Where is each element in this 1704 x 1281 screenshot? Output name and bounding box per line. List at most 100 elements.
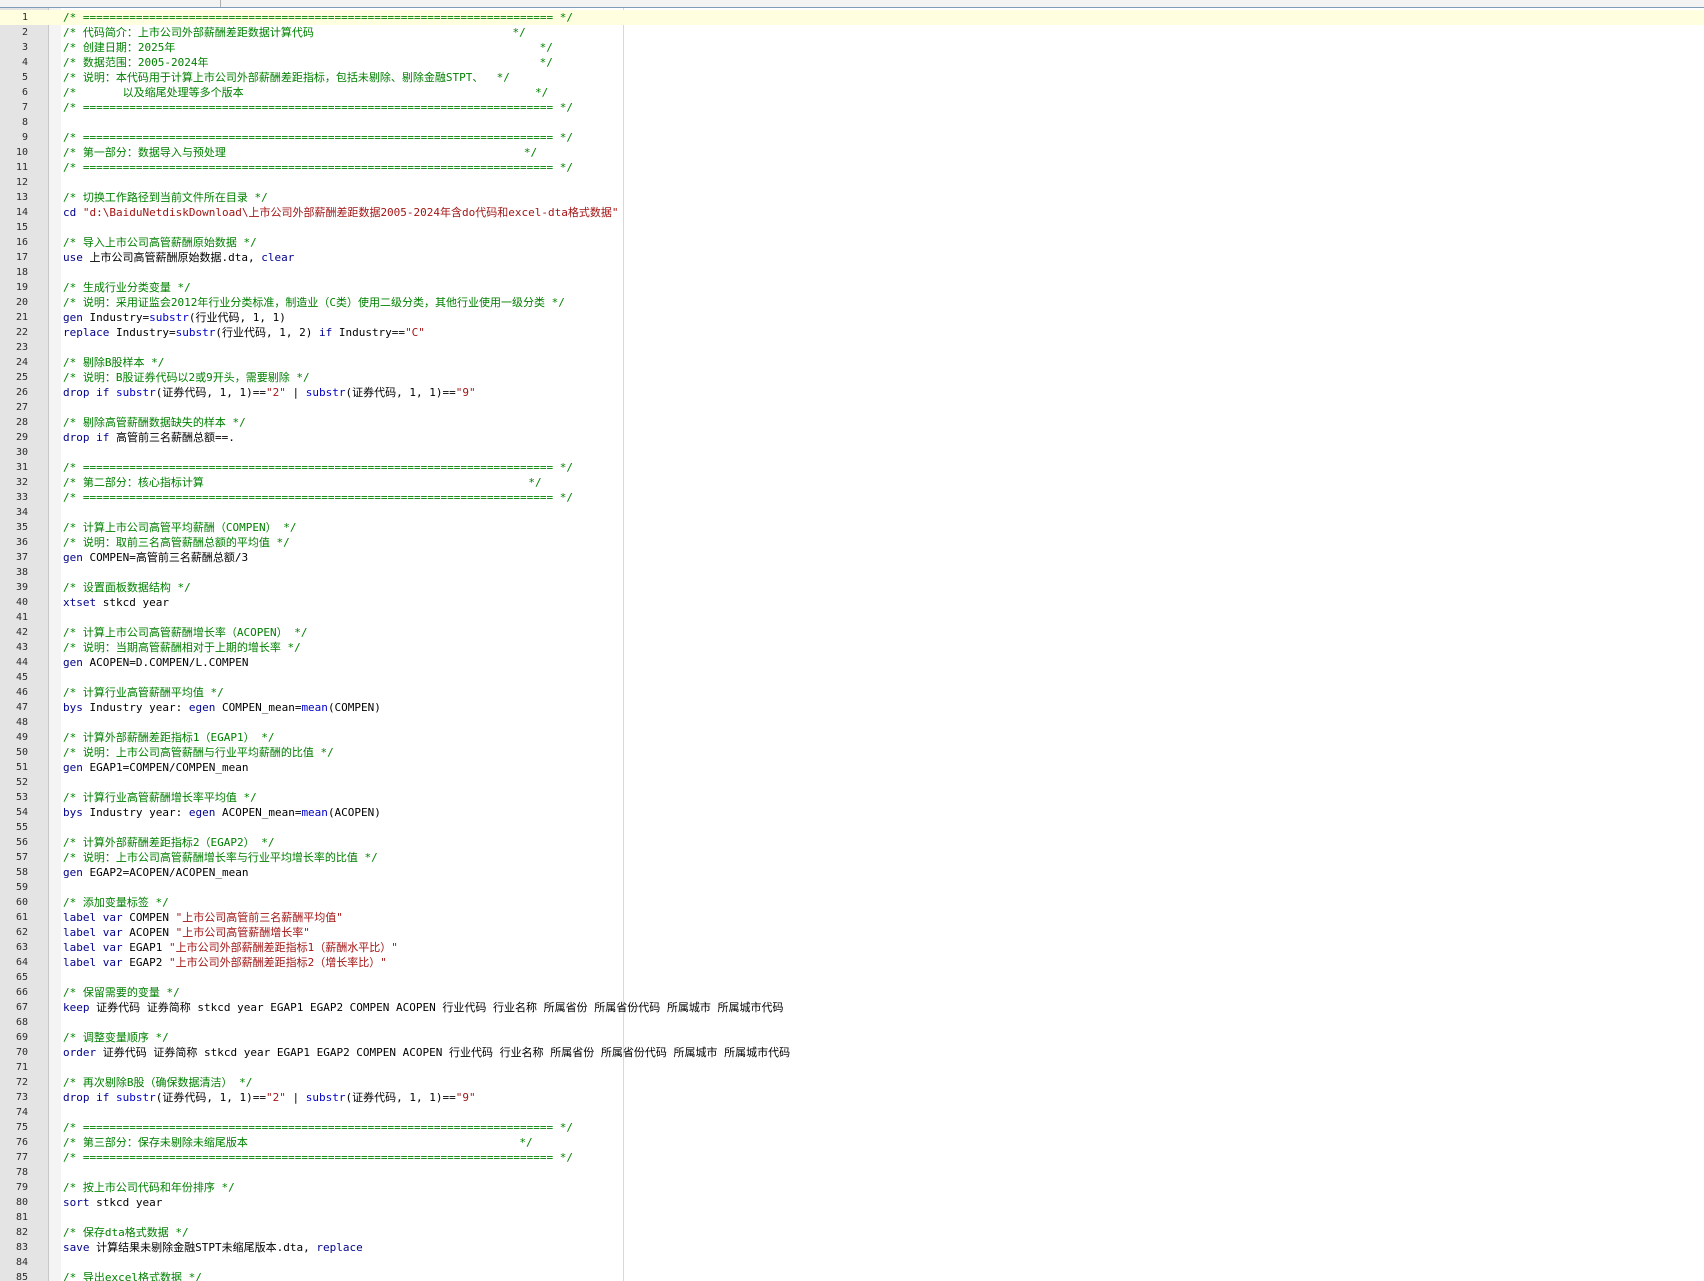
code-line[interactable]: 65	[0, 970, 1704, 985]
code-line[interactable]: 52	[0, 775, 1704, 790]
code-line[interactable]: 30	[0, 445, 1704, 460]
code-line[interactable]: 4 /* 数据范围：2005-2024年 */	[0, 55, 1704, 70]
code-line[interactable]: 80 sort stkcd year	[0, 1195, 1704, 1210]
code-line[interactable]: 22 replace Industry=substr(行业代码, 1, 2) if…	[0, 325, 1704, 340]
code-line[interactable]: 20 /* 说明：采用证监会2012年行业分类标准，制造业（C类）使用二级分类，其…	[0, 295, 1704, 310]
code-line[interactable]: 70 order 证券代码 证券简称 stkcd year EGAP1 EGAP2…	[0, 1045, 1704, 1060]
code-line[interactable]: 57 /* 说明：上市公司高管薪酬增长率与行业平均增长率的比值 */	[0, 850, 1704, 865]
code-line[interactable]: 19 /* 生成行业分类变量 */	[0, 280, 1704, 295]
code-line[interactable]: 13 /* 切换工作路径到当前文件所在目录 */	[0, 190, 1704, 205]
code-line[interactable]: 33 /* ===================================…	[0, 490, 1704, 505]
keyword-token: if	[96, 1091, 110, 1104]
code-line[interactable]: 83 save 计算结果未剔除金融STPT未缩尾版本.dta, replace	[0, 1240, 1704, 1255]
line-number: 72	[15, 1077, 28, 1088]
code-line[interactable]: 11 /* ===================================…	[0, 160, 1704, 175]
code-line[interactable]: 14 cd "d:\BaiduNetdiskDownload\上市公司外部薪酬差距…	[0, 205, 1704, 220]
code-line[interactable]: 9 /* ====================================…	[0, 130, 1704, 145]
code-line[interactable]: 36 /* 说明：取前三名高管薪酬总额的平均值 */	[0, 535, 1704, 550]
code-line[interactable]: 32 /* 第二部分：核心指标计算 */	[0, 475, 1704, 490]
code-line[interactable]: 16 /* 导入上市公司高管薪酬原始数据 */	[0, 235, 1704, 250]
code-line[interactable]: 61 label var COMPEN "上市公司高管前三名薪酬平均值"	[0, 910, 1704, 925]
plain-token: COMPEN	[122, 911, 176, 924]
code-line[interactable]: 31 /* ===================================…	[0, 460, 1704, 475]
line-number: 25	[15, 372, 28, 383]
code-line[interactable]: 62 label var ACOPEN "上市公司高管薪酬增长率"	[0, 925, 1704, 940]
code-line[interactable]: 7 /* ====================================…	[0, 100, 1704, 115]
code-line[interactable]: 18	[0, 265, 1704, 280]
comment-token: /* 计算上市公司高管平均薪酬（COMPEN） */	[63, 521, 297, 534]
code-line[interactable]: 47 bys Industry year: egen COMPEN_mean=me…	[0, 700, 1704, 715]
code-line[interactable]: 76 /* 第三部分：保存未剔除未缩尾版本 */	[0, 1135, 1704, 1150]
code-line[interactable]: 46 /* 计算行业高管薪酬平均值 */	[0, 685, 1704, 700]
code-line[interactable]: 28 /* 剔除高管薪酬数据缺失的样本 */	[0, 415, 1704, 430]
code-line[interactable]: 2 /* 代码简介：上市公司外部薪酬差距数据计算代码 */	[0, 25, 1704, 40]
code-line[interactable]: 6 /* 以及缩尾处理等多个版本 */	[0, 85, 1704, 100]
code-content: /* =====================================…	[63, 100, 573, 115]
code-line[interactable]: 53 /* 计算行业高管薪酬增长率平均值 */	[0, 790, 1704, 805]
code-line[interactable]: 15	[0, 220, 1704, 235]
code-line[interactable]: 35 /* 计算上市公司高管平均薪酬（COMPEN） */	[0, 520, 1704, 535]
code-line[interactable]: 37 gen COMPEN=高管前三名薪酬总额/3	[0, 550, 1704, 565]
code-line[interactable]: 67 keep 证券代码 证券简称 stkcd year EGAP1 EGAP2 …	[0, 1000, 1704, 1015]
comment-token: /* 第二部分：核心指标计算 */	[63, 476, 542, 489]
code-line[interactable]: 3 /* 创建日期：2025年 */	[0, 40, 1704, 55]
code-line[interactable]: 24 /* 剔除B股样本 */	[0, 355, 1704, 370]
code-line[interactable]: 71	[0, 1060, 1704, 1075]
code-line[interactable]: 60 /* 添加变量标签 */	[0, 895, 1704, 910]
code-line[interactable]: 79 /* 按上市公司代码和年份排序 */	[0, 1180, 1704, 1195]
code-line[interactable]: 39 /* 设置面板数据结构 */	[0, 580, 1704, 595]
code-line[interactable]: 23	[0, 340, 1704, 355]
code-line[interactable]: 59	[0, 880, 1704, 895]
code-line[interactable]: 25 /* 说明：B股证券代码以2或9开头，需要剔除 */	[0, 370, 1704, 385]
code-line[interactable]: 26 drop if substr(证券代码, 1, 1)=="2" | subs…	[0, 385, 1704, 400]
code-line[interactable]: 54 bys Industry year: egen ACOPEN_mean=me…	[0, 805, 1704, 820]
code-line[interactable]: 72 /* 再次剔除B股（确保数据清洁） */	[0, 1075, 1704, 1090]
code-line[interactable]: 74	[0, 1105, 1704, 1120]
line-number: 45	[15, 672, 28, 683]
code-line[interactable]: 10 /* 第一部分：数据导入与预处理 */	[0, 145, 1704, 160]
code-line[interactable]: 81	[0, 1210, 1704, 1225]
code-line[interactable]: 38	[0, 565, 1704, 580]
code-content: /* 代码简介：上市公司外部薪酬差距数据计算代码 */	[63, 25, 526, 40]
code-line[interactable]: 63 label var EGAP1 "上市公司外部薪酬差距指标1（薪酬水平比）"	[0, 940, 1704, 955]
line-number: 75	[15, 1122, 28, 1133]
code-line[interactable]: 43 /* 说明：当期高管薪酬相对于上期的增长率 */	[0, 640, 1704, 655]
code-line[interactable]: 77 /* ===================================…	[0, 1150, 1704, 1165]
code-line[interactable]: 78	[0, 1165, 1704, 1180]
code-text-area[interactable]: 1 /* ====================================…	[0, 10, 1704, 1281]
code-line[interactable]: 55	[0, 820, 1704, 835]
line-number: 4	[21, 57, 28, 68]
code-line[interactable]: 41	[0, 610, 1704, 625]
code-line[interactable]: 45	[0, 670, 1704, 685]
code-line[interactable]: 66 /* 保留需要的变量 */	[0, 985, 1704, 1000]
code-line[interactable]: 56 /* 计算外部薪酬差距指标2（EGAP2） */	[0, 835, 1704, 850]
code-line[interactable]: 64 label var EGAP2 "上市公司外部薪酬差距指标2（增长率比）"	[0, 955, 1704, 970]
code-line[interactable]: 49 /* 计算外部薪酬差距指标1（EGAP1） */	[0, 730, 1704, 745]
code-line[interactable]: 48	[0, 715, 1704, 730]
code-line[interactable]: 75 /* ===================================…	[0, 1120, 1704, 1135]
code-editor[interactable]: 1 /* ====================================…	[0, 0, 1704, 1281]
code-line[interactable]: 85 /* 导出excel格式数据 */	[0, 1270, 1704, 1281]
code-line[interactable]: 8	[0, 115, 1704, 130]
code-line[interactable]: 50 /* 说明：上市公司高管薪酬与行业平均薪酬的比值 */	[0, 745, 1704, 760]
code-line[interactable]: 40 xtset stkcd year	[0, 595, 1704, 610]
code-line[interactable]: 27	[0, 400, 1704, 415]
code-line[interactable]: 5 /* 说明：本代码用于计算上市公司外部薪酬差距指标，包括未剔除、剔除金融STP…	[0, 70, 1704, 85]
code-line[interactable]: 68	[0, 1015, 1704, 1030]
code-line[interactable]: 84	[0, 1255, 1704, 1270]
code-line[interactable]: 12	[0, 175, 1704, 190]
code-line[interactable]: 58 gen EGAP2=ACOPEN/ACOPEN_mean	[0, 865, 1704, 880]
code-line[interactable]: 21 gen Industry=substr(行业代码, 1, 1)	[0, 310, 1704, 325]
code-line[interactable]: 17 use 上市公司高管薪酬原始数据.dta, clear	[0, 250, 1704, 265]
code-line[interactable]: 51 gen EGAP1=COMPEN/COMPEN_mean	[0, 760, 1704, 775]
code-line[interactable]: 73 drop if substr(证券代码, 1, 1)=="2" | subs…	[0, 1090, 1704, 1105]
code-line[interactable]: 44 gen ACOPEN=D.COMPEN/L.COMPEN	[0, 655, 1704, 670]
code-line[interactable]: 42 /* 计算上市公司高管薪酬增长率（ACOPEN） */	[0, 625, 1704, 640]
code-line[interactable]: 69 /* 调整变量顺序 */	[0, 1030, 1704, 1045]
code-line[interactable]: 29 drop if 高管前三名薪酬总额==.	[0, 430, 1704, 445]
keyword-token: gen	[63, 551, 83, 564]
code-line[interactable]: 1 /* ====================================…	[0, 10, 1704, 25]
code-line[interactable]: 82 /* 保存dta格式数据 */	[0, 1225, 1704, 1240]
code-content: /* 第一部分：数据导入与预处理 */	[63, 145, 537, 160]
code-line[interactable]: 34	[0, 505, 1704, 520]
